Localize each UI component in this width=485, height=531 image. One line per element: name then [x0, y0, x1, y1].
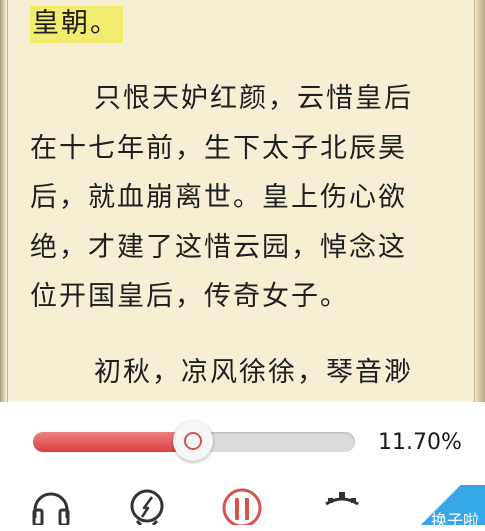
compass-icon[interactable] [127, 488, 167, 525]
text-line: 绝，才建了这惜云园，悼念这 [30, 231, 407, 263]
highlighted-text[interactable]: 皇朝。 [30, 6, 123, 43]
text-line: 位开国皇后，传奇女子。 [30, 281, 349, 312]
page-rule-left [7, 0, 8, 402]
text-line: 后，就血崩离世。皇上伤心欲 [30, 182, 407, 213]
reading-page[interactable]: 皇朝。 只恨天妒红颜，云惜皇后 在十七年前，生下太子北辰昊 后，就血崩离世。皇上… [0, 0, 485, 402]
pause-icon[interactable] [220, 488, 264, 525]
slider-thumb[interactable] [173, 421, 214, 461]
toolbar: 换子啦 [0, 485, 485, 530]
page-rule-right [474, 0, 475, 402]
page-edge-right [475, 0, 485, 402]
corner-badge-label: 换子啦 [430, 511, 479, 530]
slider-fill [33, 432, 194, 452]
text-line: 只恨天妒红颜，云惜皇后 [94, 83, 413, 114]
text-line: 在十七年前，生下太子北辰昊 [30, 132, 407, 164]
headphones-icon[interactable] [30, 488, 72, 525]
control-panel: 11.70% 换子啦 [0, 402, 485, 530]
corner-badge[interactable]: 换子啦 [395, 485, 485, 530]
progress-percent: 11.70% [378, 430, 462, 455]
page-edge-left [0, 0, 6, 402]
slider-thumb-ring [184, 432, 203, 450]
progress-slider[interactable] [33, 421, 355, 461]
settings-icon[interactable] [322, 488, 362, 525]
book-text: 皇朝。 只恨天妒红颜，云惜皇后 在十七年前，生下太子北辰昊 后，就血崩离世。皇上… [30, 0, 450, 397]
text-line: 初秋，凉风徐徐，琴音渺 [94, 356, 413, 388]
